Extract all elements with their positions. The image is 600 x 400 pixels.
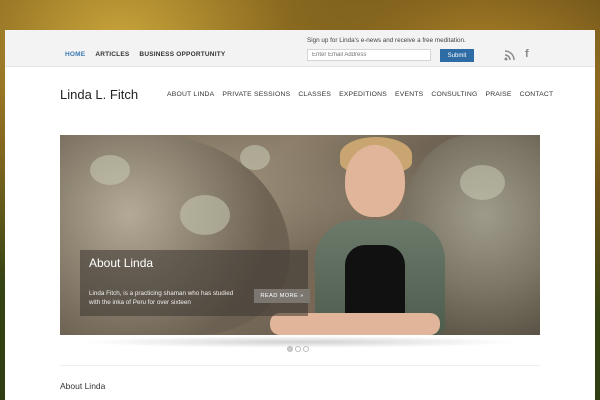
rss-icon[interactable]	[504, 50, 515, 61]
about-heading: About Linda	[60, 381, 106, 391]
site-logo[interactable]: Linda L. Fitch	[60, 87, 138, 102]
nav-classes[interactable]: CLASSES	[298, 91, 331, 98]
nav-praise[interactable]: PRAISE	[485, 91, 511, 98]
person-face	[345, 145, 405, 217]
hero-slider[interactable]: About Linda Linda Fitch, is a practicing…	[60, 135, 540, 335]
slider-dot[interactable]	[287, 346, 293, 352]
top-bar: HOME ARTICLES BUSINESS OPPORTUNITY Sign …	[5, 30, 595, 67]
facebook-icon[interactable]: f	[525, 48, 529, 60]
top-nav-business-opportunity[interactable]: BUSINESS OPPORTUNITY	[139, 51, 225, 58]
nav-private-sessions[interactable]: PRIVATE SESSIONS	[222, 91, 290, 98]
nav-events[interactable]: EVENTS	[395, 91, 423, 98]
slider-dot[interactable]	[303, 346, 309, 352]
slide-caption: About Linda Linda Fitch, is a practicing…	[80, 250, 310, 316]
caption-title: About Linda	[89, 256, 154, 270]
lichen-patch	[180, 195, 230, 235]
submit-button[interactable]: Submit	[440, 49, 474, 62]
top-nav-articles[interactable]: ARTICLES	[95, 51, 129, 58]
lichen-patch	[90, 155, 130, 185]
read-more-button[interactable]: READ MORE »	[254, 289, 310, 303]
slider-dots	[287, 346, 309, 352]
person-arms	[270, 313, 440, 335]
section-divider	[60, 365, 540, 366]
page-container: HOME ARTICLES BUSINESS OPPORTUNITY Sign …	[5, 30, 595, 400]
caption-text: Linda Fitch, is a practicing shaman who …	[89, 290, 234, 306]
newsletter-signup-text: Sign up for Linda's e-news and receive a…	[307, 37, 466, 44]
lichen-patch	[240, 145, 270, 170]
nav-about-linda[interactable]: ABOUT LINDA	[167, 91, 214, 98]
email-input[interactable]	[307, 49, 431, 61]
nav-contact[interactable]: CONTACT	[520, 91, 554, 98]
top-nav: HOME ARTICLES BUSINESS OPPORTUNITY	[65, 51, 225, 58]
nav-expeditions[interactable]: EXPEDITIONS	[339, 91, 387, 98]
slider-dot[interactable]	[295, 346, 301, 352]
lichen-patch	[460, 165, 505, 200]
main-nav: ABOUT LINDA PRIVATE SESSIONS CLASSES EXP…	[167, 91, 553, 98]
nav-consulting[interactable]: CONSULTING	[431, 91, 477, 98]
top-nav-home[interactable]: HOME	[65, 51, 85, 58]
